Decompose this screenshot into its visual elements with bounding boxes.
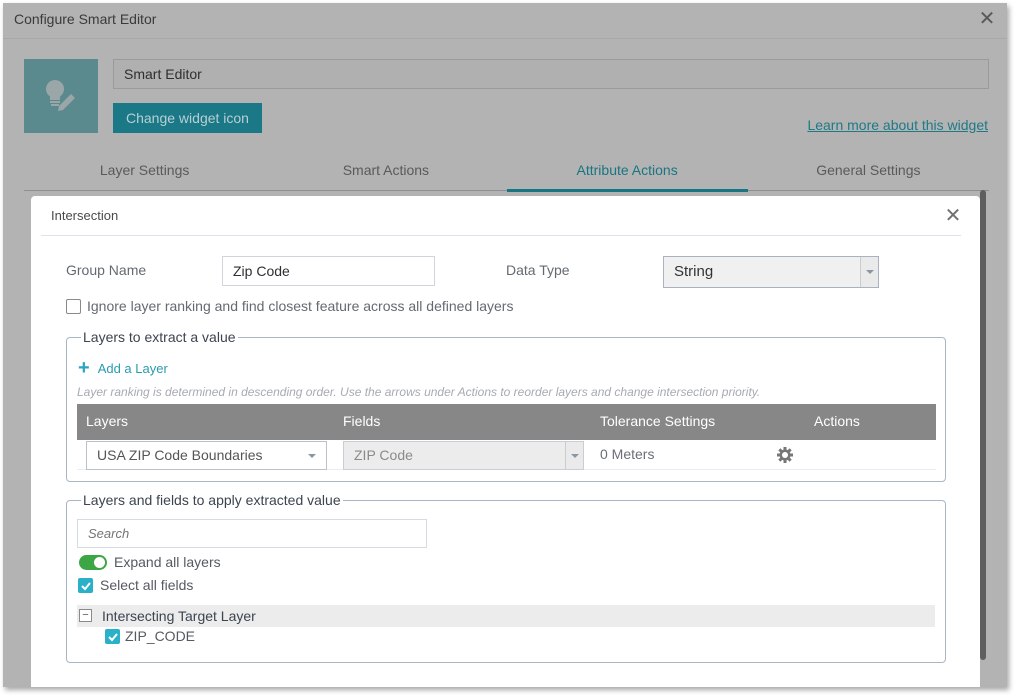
- chevron-down-icon: [860, 257, 878, 287]
- select-all-checkbox[interactable]: [78, 578, 93, 593]
- tab-smart-actions[interactable]: Smart Actions: [265, 153, 506, 190]
- checkmark-icon: [108, 633, 118, 642]
- extract-value-section: Layers to extract a value + Add a Layer …: [66, 329, 946, 482]
- apply-section-legend: Layers and fields to apply extracted val…: [81, 492, 343, 508]
- chevron-down-icon: [565, 442, 583, 469]
- dialog-title-bar: Configure Smart Editor ✕: [3, 3, 1007, 39]
- close-icon[interactable]: ✕: [943, 206, 963, 226]
- chevron-down-icon: [308, 454, 316, 458]
- tab-layer-settings[interactable]: Layer Settings: [24, 153, 265, 190]
- scrollbar[interactable]: [980, 190, 986, 660]
- field-select-value: ZIP Code: [354, 447, 413, 463]
- widget-name-input[interactable]: Smart Editor: [113, 59, 989, 89]
- plus-icon: +: [78, 357, 90, 379]
- add-layer-button[interactable]: + Add a Layer: [78, 357, 168, 379]
- tab-attribute-actions[interactable]: Attribute Actions: [506, 153, 749, 192]
- tab-general-settings[interactable]: General Settings: [748, 153, 989, 190]
- learn-more-link[interactable]: Learn more about this widget: [807, 117, 988, 133]
- checkmark-icon: [81, 582, 91, 591]
- popup-title-bar: Intersection: [41, 196, 961, 236]
- data-type-value: String: [674, 263, 714, 280]
- search-input[interactable]: [77, 519, 427, 548]
- column-header-actions: Actions: [814, 413, 860, 429]
- extract-section-legend: Layers to extract a value: [81, 329, 238, 345]
- select-all-label: Select all fields: [100, 577, 194, 593]
- layer-select[interactable]: USA ZIP Code Boundaries: [86, 441, 327, 470]
- field-name: ZIP_CODE: [125, 628, 196, 644]
- expand-all-toggle[interactable]: [79, 555, 107, 570]
- data-type-label: Data Type: [506, 262, 570, 278]
- add-layer-label: Add a Layer: [97, 360, 168, 376]
- tree-layer-row: − Intersecting Target Layer: [77, 605, 935, 627]
- column-header-tolerance: Tolerance Settings: [600, 413, 716, 429]
- ranking-hint: Layer ranking is determined in descendin…: [77, 385, 761, 399]
- popup-title: Intersection: [51, 208, 119, 223]
- ignore-ranking-label: Ignore layer ranking and find closest fe…: [87, 298, 514, 314]
- field-checkbox-zip-code[interactable]: [105, 629, 120, 644]
- ignore-ranking-checkbox[interactable]: [66, 299, 81, 314]
- column-header-fields: Fields: [343, 413, 381, 429]
- tree-layer-name: Intersecting Target Layer: [102, 608, 256, 624]
- intersection-popup: Intersection ✕ Group Name Zip Code Data …: [31, 196, 980, 687]
- close-icon[interactable]: ✕: [977, 9, 997, 29]
- lightbulb-pencil-icon: [45, 79, 75, 111]
- change-widget-icon-button[interactable]: Change widget icon: [113, 103, 262, 133]
- tolerance-value: 0 Meters: [600, 446, 655, 462]
- group-name-label: Group Name: [66, 262, 147, 278]
- table-row: USA ZIP Code Boundaries ZIP Code 0 Meter…: [77, 440, 936, 470]
- layer-select-value: USA ZIP Code Boundaries: [97, 447, 263, 463]
- expand-all-label: Expand all layers: [114, 554, 221, 570]
- column-header-layers: Layers: [86, 413, 129, 429]
- apply-value-section: Layers and fields to apply extracted val…: [66, 492, 946, 663]
- collapse-icon[interactable]: −: [79, 609, 92, 622]
- settings-tabs: Layer Settings Smart Actions Attribute A…: [24, 153, 989, 192]
- gear-icon[interactable]: [776, 446, 794, 464]
- widget-icon-button[interactable]: [24, 59, 98, 133]
- data-type-select[interactable]: String: [663, 256, 879, 288]
- field-select[interactable]: ZIP Code: [343, 441, 584, 470]
- group-name-input[interactable]: Zip Code: [222, 256, 435, 286]
- layers-table-header: Layers Fields Tolerance Settings Actions: [77, 404, 936, 440]
- dialog-title: Configure Smart Editor: [14, 11, 157, 27]
